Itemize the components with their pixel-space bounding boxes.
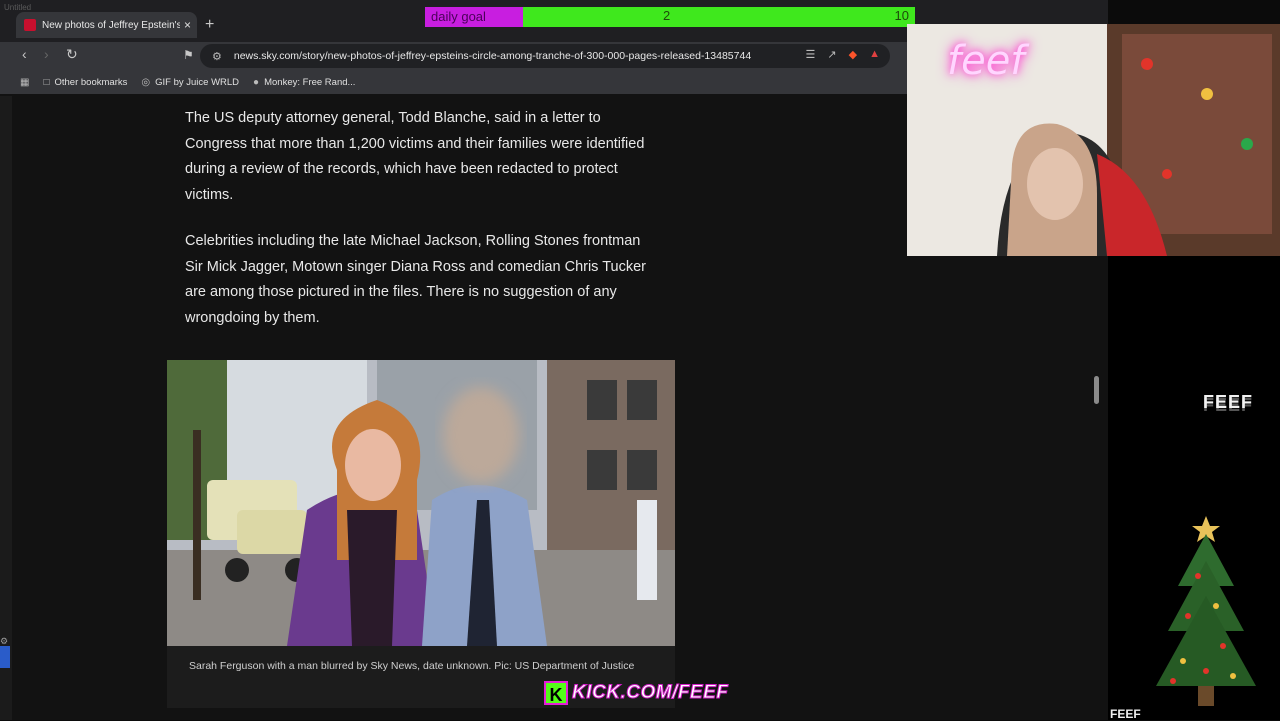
share-icon[interactable]: ↗ [827,48,836,61]
new-tab-button[interactable]: + [205,16,214,34]
feef-logo: FEEF [1203,392,1254,412]
gear-icon: ⚙ [0,636,9,646]
left-edge-strip: ⚙ [0,96,12,720]
article-paragraph: Celebrities including the late Michael J… [185,233,646,326]
daily-goal-label: daily goal [425,7,523,27]
site-info-icon[interactable]: ⚙ [212,50,222,63]
address-bar[interactable]: ⚙ news.sky.com/story/new-photos-of-jeffr… [200,44,890,68]
reload-icon[interactable]: ↻ [66,46,78,63]
article-figure: Sarah Ferguson with a man blurred by Sky… [167,360,675,708]
daily-goal-current: 2 [663,8,671,23]
omnibox-actions: ☰ ↗ ◆ ▲ [806,48,880,61]
tab-active[interactable]: New photos of Jeffrey Epstein's c × [16,12,197,38]
scrollbar-thumb[interactable] [1094,376,1099,404]
url-text[interactable]: news.sky.com/story/new-photos-of-jeffrey… [234,50,751,62]
brave-shield-icon[interactable]: ◆ [849,48,857,61]
monkey-icon: ● [253,76,260,88]
window-ghost-title: Untitled [4,3,32,12]
bookmark-other[interactable]: □ Other bookmarks [43,77,127,88]
christmas-tree-icon [1156,516,1256,706]
photo-caption: Sarah Ferguson with a man blurred by Sky… [189,660,635,672]
photo-illustration [167,360,675,646]
bookmark-label: Other bookmarks [54,76,128,88]
neon-sign: feef [947,38,1025,84]
bookmark-label: Monkey: Free Rand... [264,76,356,88]
globe-icon: ◎ [141,76,151,88]
apps-grid-icon[interactable]: ▦ [20,77,29,88]
kick-url: KICK.COM/FEEF [571,682,729,704]
article-photo [167,360,675,646]
daily-goal-bar: daily goal 2 10 [425,7,915,27]
bookmark-juice-wrld[interactable]: ◎ GIF by Juice WRLD [141,77,239,88]
reader-mode-icon[interactable]: ☰ [806,48,816,61]
feef-bottom-text: FEEF [1110,707,1141,721]
sky-news-favicon-icon [24,19,36,31]
tab-title: New photos of Jeffrey Epstein's c [42,19,180,31]
back-icon[interactable]: ‹ [22,46,27,62]
folder-icon: □ [43,76,50,88]
kick-channel-badge: K KICK.COM/FEEF [544,680,728,706]
daily-goal-target: 10 [894,8,909,23]
tab-close-icon[interactable]: × [184,18,191,32]
rewards-icon[interactable]: ▲ [869,48,880,61]
left-edge-marker [0,646,10,668]
webcam-feed: feef [907,24,1280,256]
kick-logo-icon: K [544,681,568,705]
bookmark-icon[interactable]: ⚑ [183,48,194,62]
bookmark-monkey[interactable]: ● Monkey: Free Rand... [253,77,355,88]
bookmark-label: GIF by Juice WRLD [155,76,240,88]
article-paragraph: The US deputy attorney general, Todd Bla… [185,110,645,203]
forward-icon[interactable]: › [44,46,49,62]
